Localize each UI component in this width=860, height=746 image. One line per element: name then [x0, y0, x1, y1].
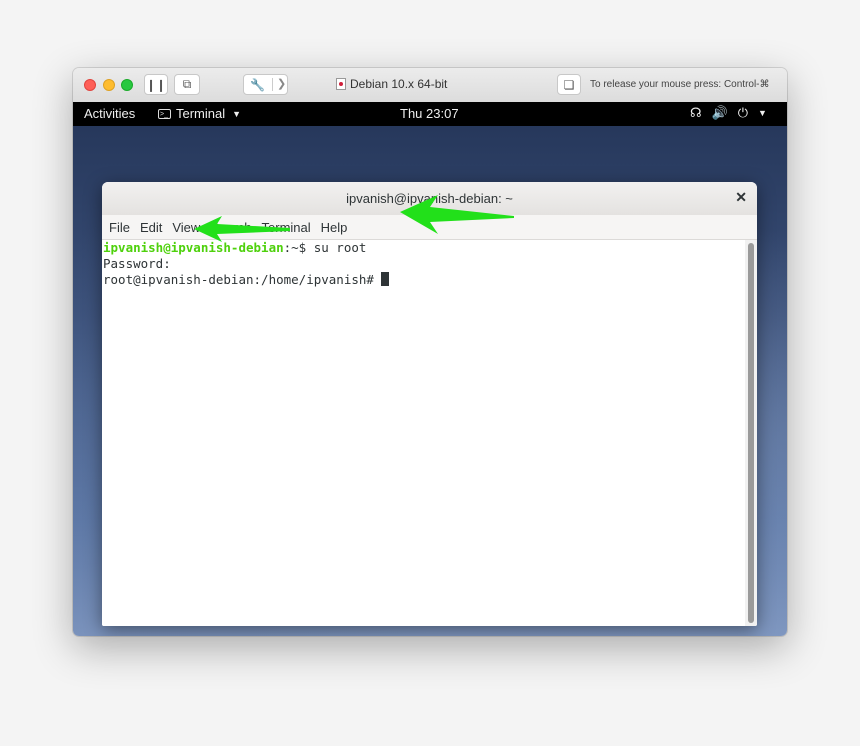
caret-down-icon: ▼ — [232, 108, 242, 119]
power-icon: ⏻ — [737, 105, 749, 120]
menu-search[interactable]: Search — [210, 215, 256, 239]
vm-window: ❙❙ ⧉ 🔧 ❯ Debian 10.x 64-bit ❏ To release… — [73, 68, 787, 636]
vm-title-text: Debian 10.x 64-bit — [350, 77, 448, 91]
wrench-icon: 🔧 — [250, 77, 265, 92]
vm-titlebar: ❙❙ ⧉ 🔧 ❯ Debian 10.x 64-bit ❏ To release… — [73, 68, 787, 103]
close-window-button[interactable] — [84, 79, 96, 91]
terminal-menubar: File Edit View Search Terminal Help — [102, 215, 757, 240]
menu-edit[interactable]: Edit — [140, 215, 167, 239]
terminal-title: ipvanish@ipvanish-debian: ~ — [346, 191, 513, 206]
scrollbar-thumb[interactable] — [748, 243, 754, 623]
menu-view[interactable]: View — [172, 215, 205, 239]
root-prompt: root@ipvanish-debian:/home/ipvanish# — [103, 272, 382, 287]
volume-icon: 🔊 — [711, 105, 728, 120]
system-tray[interactable]: ☊ 🔊 ⏻ ▼ — [690, 105, 767, 121]
snapshot-icon: ⧉ — [182, 77, 192, 91]
debian-doc-icon — [336, 78, 346, 90]
terminal-icon: >_ — [158, 108, 171, 119]
pause-vm-button[interactable]: ❙❙ — [144, 74, 168, 95]
release-mouse-hint: To release your mouse press: Control-⌘ — [590, 79, 770, 90]
close-icon[interactable]: ✕ — [735, 189, 747, 206]
snapshot-button[interactable]: ⧉ — [174, 74, 200, 95]
minimize-window-button[interactable] — [103, 79, 115, 91]
terminal-headerbar[interactable]: ipvanish@ipvanish-debian: ~ ✕ — [102, 182, 757, 216]
divider — [272, 78, 273, 91]
prompt-user-host: ipvanish@ipvanish-debian — [103, 240, 284, 255]
chevron-down-icon: ▼ — [758, 108, 767, 118]
terminal-line: Password: — [103, 256, 171, 271]
network-icon: ☊ — [690, 105, 702, 120]
app-menu-label: Terminal — [176, 106, 226, 121]
app-menu-terminal[interactable]: >_ Terminal ▼ — [158, 106, 241, 121]
maximize-window-button[interactable] — [121, 79, 133, 91]
terminal-output[interactable]: ipvanish@ipvanish-debian:~$ su root Pass… — [102, 240, 745, 626]
menu-terminal[interactable]: Terminal — [262, 215, 316, 239]
settings-button[interactable]: 🔧 ❯ — [243, 74, 288, 95]
text-cursor — [381, 272, 390, 286]
clock[interactable]: Thu 23:07 — [400, 106, 459, 121]
chevron-right-icon[interactable]: ❯ — [277, 77, 286, 90]
activities-button[interactable]: Activities — [84, 106, 135, 121]
terminal-line: ipvanish@ipvanish-debian:~$ su root — [103, 240, 366, 255]
windows-icon: ❏ — [563, 77, 575, 92]
command-text: :~$ su root — [283, 240, 367, 255]
debian-desktop: Activities >_ Terminal ▼ Thu 23:07 ☊ 🔊 ⏻… — [73, 102, 787, 636]
menu-help[interactable]: Help — [321, 215, 353, 239]
vm-title: Debian 10.x 64-bit — [336, 77, 447, 91]
scrollbar[interactable] — [745, 240, 757, 626]
menu-file[interactable]: File — [109, 215, 135, 239]
gnome-top-bar: Activities >_ Terminal ▼ Thu 23:07 ☊ 🔊 ⏻… — [73, 102, 787, 126]
pause-icon: ❙❙ — [145, 77, 167, 92]
terminal-line: root@ipvanish-debian:/home/ipvanish# — [103, 272, 390, 287]
release-mouse-button[interactable]: ❏ — [557, 74, 581, 95]
terminal-window[interactable]: ipvanish@ipvanish-debian: ~ ✕ File Edit … — [102, 182, 757, 626]
